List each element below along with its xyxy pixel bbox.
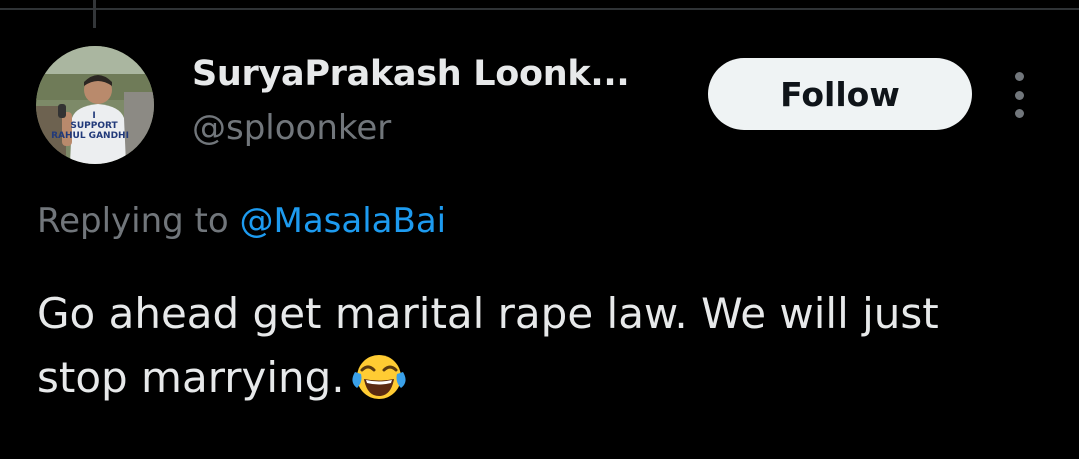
dot-icon: [1014, 90, 1024, 100]
thread-connector-line: [93, 0, 96, 28]
follow-button[interactable]: Follow: [708, 58, 972, 130]
author-handle[interactable]: @sploonker: [192, 108, 391, 148]
author-display-name[interactable]: SuryaPrakash Loonk...: [192, 54, 630, 94]
avatar-caption-line-3: RAHUL GANDHI: [51, 131, 129, 141]
tweet-body: Go ahead get marital rape law. We will j…: [37, 282, 1037, 420]
avatar-caption-line-2: SUPPORT: [70, 121, 118, 131]
replying-to-mention-link[interactable]: @MasalaBai: [240, 201, 447, 241]
replying-to-line: Replying to @MasalaBai: [37, 201, 446, 241]
replying-to-label: Replying to: [37, 201, 229, 241]
more-vertical-icon[interactable]: [1004, 72, 1034, 118]
dot-icon: [1014, 72, 1024, 81]
avatar-caption-line-1: I: [92, 111, 95, 121]
tweet-text: Go ahead get marital rape law. We will j…: [37, 289, 939, 402]
avatar-image: I SUPPORT RAHUL GANDHI: [36, 46, 154, 164]
face-with-tears-of-joy-icon: [351, 352, 407, 420]
avatar[interactable]: I SUPPORT RAHUL GANDHI: [36, 46, 154, 164]
separator-line: [0, 8, 1079, 10]
dot-icon: [1014, 109, 1024, 118]
